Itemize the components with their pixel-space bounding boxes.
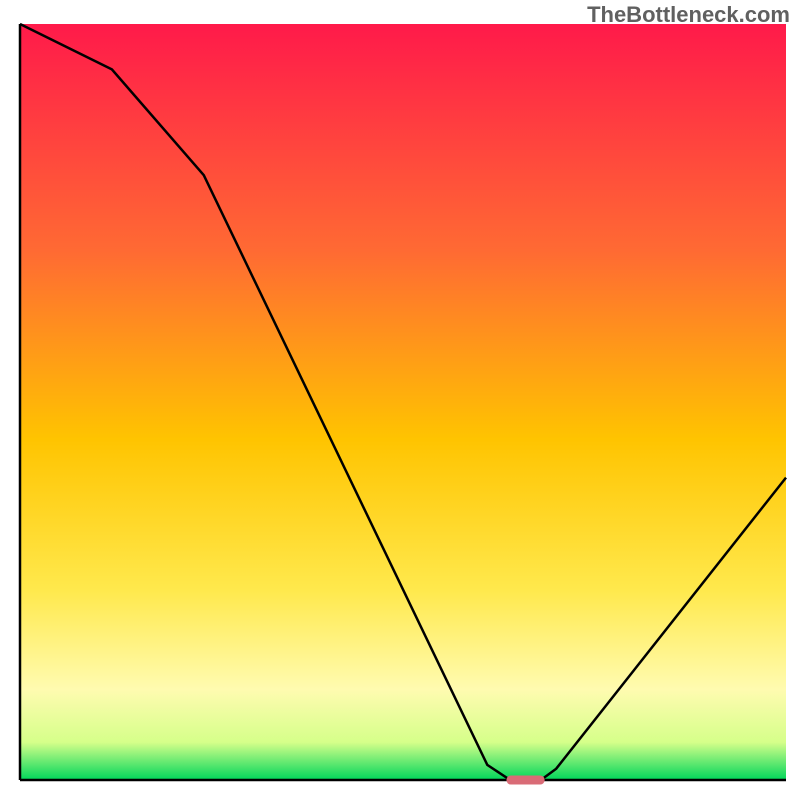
plot-background — [20, 24, 786, 780]
optimal-marker — [506, 775, 544, 784]
watermark-text: TheBottleneck.com — [587, 2, 790, 28]
chart-svg — [0, 0, 800, 800]
bottleneck-chart: TheBottleneck.com — [0, 0, 800, 800]
